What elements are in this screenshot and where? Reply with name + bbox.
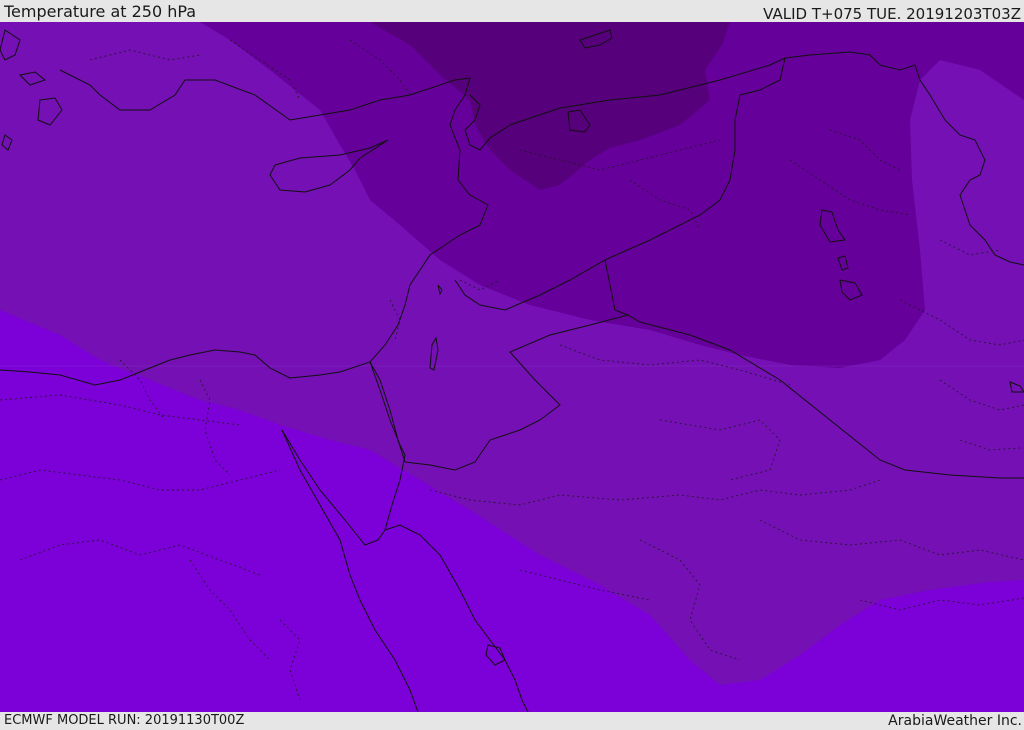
model-run: ECMWF MODEL RUN: 20191130T00Z [4, 713, 245, 728]
footer-bar: ECMWF MODEL RUN: 20191130T00Z ArabiaWeat… [0, 712, 1024, 729]
header-bar: Temperature at 250 hPa VALID T+075 TUE. … [0, 0, 1024, 23]
valid-time: VALID T+075 TUE. 20191203T03Z [763, 5, 1021, 23]
map-title: Temperature at 250 hPa [4, 2, 197, 21]
credit-label: ArabiaWeather Inc. [888, 713, 1022, 729]
weather-map[interactable] [0, 22, 1024, 712]
